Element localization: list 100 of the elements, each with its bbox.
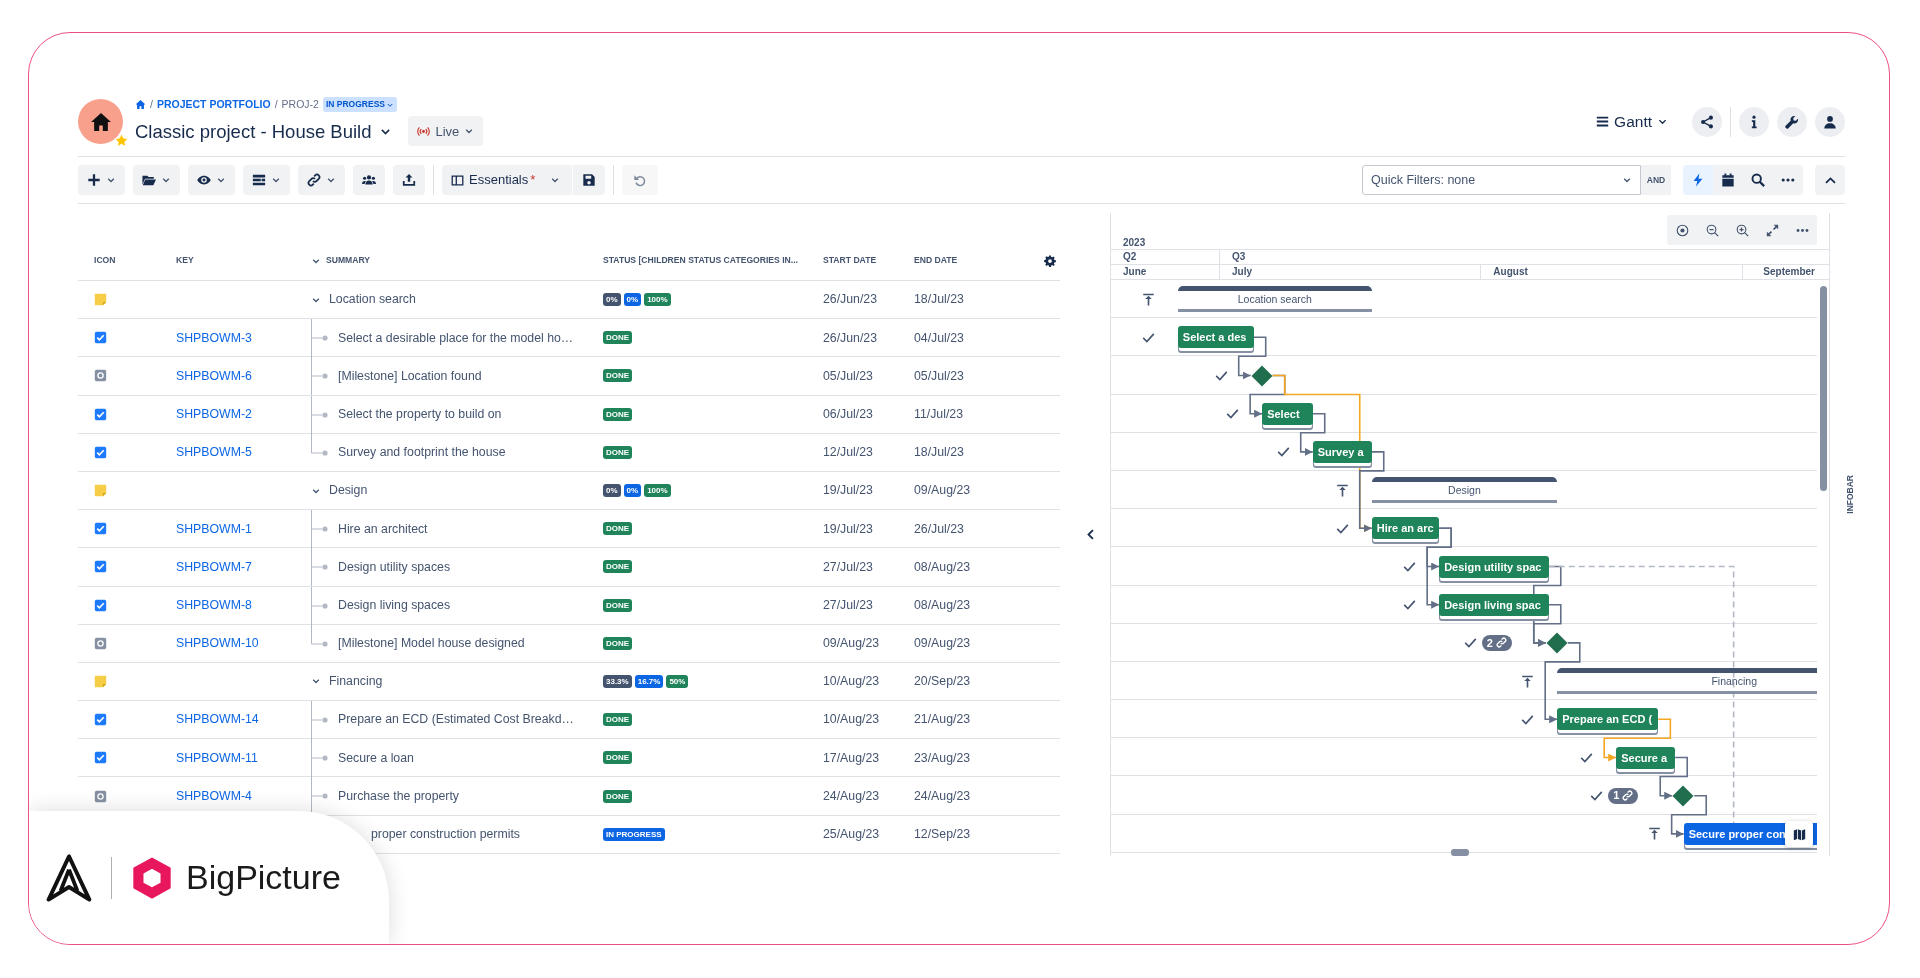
issue-key-link[interactable]: SHPBOWM-11 xyxy=(176,750,258,765)
summary-bar[interactable]: Location search xyxy=(1177,286,1372,313)
column-header[interactable]: END DATE xyxy=(914,255,958,266)
view-switch-button[interactable]: Gantt xyxy=(1596,109,1668,134)
end-date: 04/Jul/23 xyxy=(913,329,965,347)
filter-logic-button[interactable]: AND xyxy=(1641,165,1671,195)
visibility-button[interactable] xyxy=(188,165,235,195)
breadcrumb-current: PROJ-2 xyxy=(281,96,319,112)
tree-line xyxy=(311,739,328,778)
infobar-tab[interactable]: INFOBAR xyxy=(1843,475,1857,514)
start-date: 05/Jul/23 xyxy=(822,367,874,385)
group-summary: Design xyxy=(329,482,368,500)
column-header[interactable]: STATUS [CHILDREN STATUS CATEGORIES IN... xyxy=(603,254,798,267)
link-count-badge[interactable]: 2 xyxy=(1481,634,1512,651)
issue-key-link[interactable]: SHPBOWM-2 xyxy=(176,406,252,421)
check-icon[interactable] xyxy=(1590,789,1604,803)
milestone-diamond[interactable] xyxy=(1672,784,1695,807)
info-button[interactable] xyxy=(1739,106,1769,137)
end-date: 12/Sep/23 xyxy=(913,826,972,843)
target-icon xyxy=(1675,223,1689,237)
arrow-up-icon[interactable] xyxy=(1647,827,1661,841)
check-icon[interactable] xyxy=(1226,407,1240,421)
issue-key-link[interactable]: SHPBOWM-14 xyxy=(176,712,259,727)
milestone-diamond[interactable] xyxy=(1250,364,1273,387)
summary-text: [Milestone] Model house designed xyxy=(338,635,525,653)
issue-key-link[interactable]: SHPBOWM-7 xyxy=(176,559,252,574)
issue-key-link[interactable]: SHPBOWM-3 xyxy=(176,330,252,345)
milestone-diamond[interactable] xyxy=(1545,631,1568,654)
check-icon[interactable] xyxy=(1403,598,1417,612)
checkbox-icon xyxy=(94,713,107,727)
issue-key-link[interactable]: SHPBOWM-5 xyxy=(176,445,252,460)
checkbox-icon xyxy=(94,751,107,765)
start-date: 19/Jul/23 xyxy=(822,520,874,538)
month-label: June xyxy=(1111,265,1220,279)
issue-key-link[interactable]: SHPBOWM-6 xyxy=(176,368,252,383)
checkbox-icon xyxy=(94,522,107,536)
rows-button[interactable] xyxy=(243,165,290,195)
issue-key-link[interactable]: SHPBOWM-8 xyxy=(176,597,252,612)
progress-badge: 100% xyxy=(644,293,671,307)
checkbox-icon xyxy=(94,445,107,459)
arrow-up-icon[interactable] xyxy=(1335,483,1349,497)
horizontal-scrollbar-thumb[interactable] xyxy=(1451,849,1469,856)
progress-badge: 16.7% xyxy=(634,674,664,688)
breadcrumb-link[interactable]: PROJECT PORTFOLIO xyxy=(156,96,271,113)
team-button[interactable] xyxy=(353,165,385,195)
export-button[interactable] xyxy=(393,165,425,195)
hexagon-logo-icon xyxy=(130,855,174,900)
epic-icon xyxy=(94,293,107,307)
share-icon xyxy=(1700,114,1714,129)
search-icon xyxy=(1751,173,1765,187)
summary-bar[interactable]: Design xyxy=(1371,477,1558,504)
issue-key-link[interactable]: SHPBOWM-1 xyxy=(176,521,252,536)
check-icon[interactable] xyxy=(1463,636,1477,650)
start-date: 25/Aug/23 xyxy=(822,826,881,843)
column-header[interactable]: SUMMARY xyxy=(326,254,371,267)
end-date: 08/Aug/23 xyxy=(913,558,972,576)
home-icon[interactable] xyxy=(135,99,146,110)
view-preset-button[interactable]: Essentials* xyxy=(442,165,573,195)
status-badge: DONE xyxy=(603,445,633,459)
collapse-button[interactable] xyxy=(1815,165,1845,195)
issue-key-link[interactable]: SHPBOWM-10 xyxy=(176,636,259,651)
check-icon[interactable] xyxy=(1403,560,1417,573)
year-label: 2023 xyxy=(1122,237,1146,249)
auto-schedule-button[interactable] xyxy=(1683,165,1713,195)
epic-icon xyxy=(94,484,107,498)
end-date: 05/Jul/23 xyxy=(913,367,965,385)
breadcrumb-separator: / xyxy=(274,96,278,112)
minimap-button[interactable] xyxy=(1785,821,1813,847)
floppy-icon xyxy=(582,173,597,187)
column-header[interactable]: KEY xyxy=(176,255,194,266)
check-icon[interactable] xyxy=(1580,751,1594,764)
vertical-scrollbar-thumb[interactable] xyxy=(1820,286,1827,491)
summary-bar[interactable]: Financing xyxy=(1557,668,1817,695)
dependency-line[interactable] xyxy=(1659,756,1688,800)
live-button[interactable]: Live xyxy=(408,116,484,147)
quick-filter-dropdown[interactable]: Quick Filters: none xyxy=(1362,165,1641,195)
save-button[interactable] xyxy=(573,165,606,195)
add-button[interactable] xyxy=(78,165,125,195)
settings-icon[interactable] xyxy=(1044,254,1056,267)
column-header[interactable]: ICON xyxy=(94,255,116,266)
link-count-badge[interactable]: 1 xyxy=(1608,787,1639,804)
share-button[interactable] xyxy=(1692,106,1722,137)
arrow-up-icon[interactable] xyxy=(1141,292,1155,306)
end-date: 21/Aug/23 xyxy=(913,711,972,729)
status-badge: DONE xyxy=(603,598,633,612)
arrow-up-icon[interactable] xyxy=(1521,674,1535,688)
project-status-badge[interactable]: IN PROGRESS xyxy=(322,97,397,112)
column-header[interactable]: START DATE xyxy=(823,255,877,266)
columns-icon xyxy=(451,173,464,187)
wrench-button[interactable] xyxy=(1777,106,1807,137)
user-button[interactable] xyxy=(1815,106,1845,137)
link-button[interactable] xyxy=(298,165,345,195)
calendar-button[interactable] xyxy=(1713,165,1743,195)
check-icon[interactable] xyxy=(1214,369,1228,382)
check-icon[interactable] xyxy=(1276,445,1290,459)
summary-text: Design living spaces xyxy=(338,596,451,614)
zoom-in-icon xyxy=(1735,223,1749,237)
folder-button[interactable] xyxy=(133,165,180,195)
issue-key-link[interactable]: SHPBOWM-4 xyxy=(176,788,252,803)
brand-name: BigPicture xyxy=(186,857,341,898)
